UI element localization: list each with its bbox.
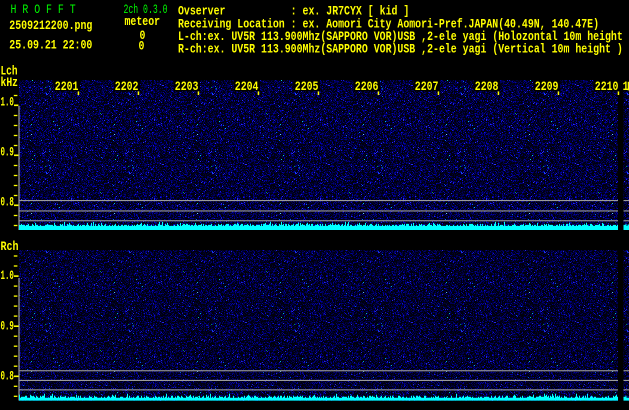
svg-text:2509212200.png: 2509212200.png <box>9 18 92 33</box>
svg-text:2207: 2207 <box>415 79 439 94</box>
svg-text:0.8: 0.8 <box>1 368 15 383</box>
svg-text:0.8: 0.8 <box>1 194 15 209</box>
svg-text:R-ch:ex. UV5R 113.900Mhz(SAPPO: R-ch:ex. UV5R 113.900Mhz(SAPPORO VOR)USB… <box>178 42 623 57</box>
svg-text:2205: 2205 <box>295 79 319 94</box>
svg-text:2210: 2210 <box>595 79 619 94</box>
svg-text:2206: 2206 <box>355 79 379 94</box>
svg-text:0.9: 0.9 <box>1 144 15 159</box>
svg-text:Rch: Rch <box>1 239 19 254</box>
svg-text:2204: 2204 <box>235 79 259 94</box>
svg-text:2203: 2203 <box>175 79 199 94</box>
svg-text:1.0: 1.0 <box>1 94 15 109</box>
svg-text:25.09.21 22:00: 25.09.21 22:00 <box>9 37 92 52</box>
svg-text:0: 0 <box>139 39 145 54</box>
svg-text:H R O F F T: H R O F F T <box>11 2 76 17</box>
svg-text:0.9: 0.9 <box>1 318 15 333</box>
svg-text:2209: 2209 <box>535 79 559 94</box>
svg-text:2201: 2201 <box>55 79 79 94</box>
svg-text:1.0: 1.0 <box>1 268 15 283</box>
svg-text:2208: 2208 <box>475 79 499 94</box>
svg-text:kHz: kHz <box>1 75 19 90</box>
svg-text:2202: 2202 <box>115 79 139 94</box>
